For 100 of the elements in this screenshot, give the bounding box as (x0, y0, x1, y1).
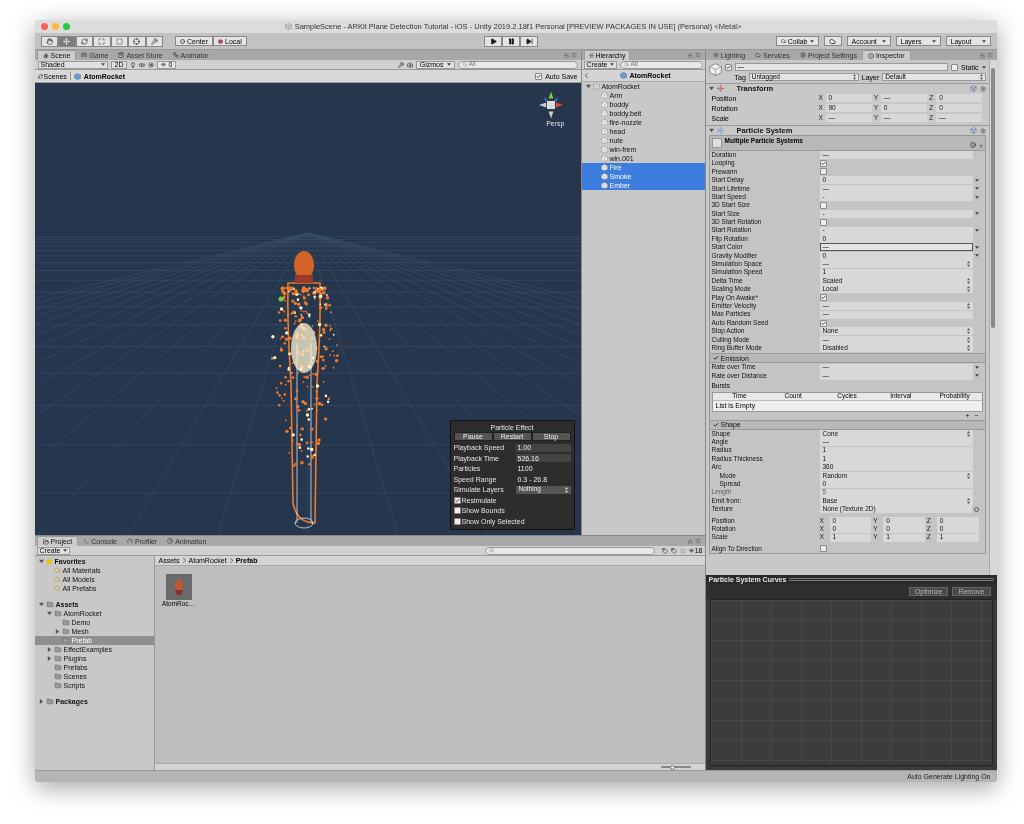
dropdown-caret-icon (981, 39, 986, 43)
close-button[interactable] (40, 23, 48, 30)
minus-icon[interactable] (973, 412, 979, 418)
checkbox[interactable] (453, 496, 461, 504)
star-icon[interactable] (679, 547, 686, 554)
checkbox[interactable] (819, 202, 827, 210)
check-icon (725, 64, 731, 70)
checkbox[interactable] (819, 218, 827, 226)
refresh-icon (37, 73, 43, 79)
cube-icon (620, 72, 628, 79)
collapsed-arrow-icon[interactable] (38, 699, 44, 704)
up-down-arrows-icon (966, 472, 970, 479)
cloud-button[interactable] (823, 36, 842, 46)
pause-icon (507, 37, 515, 45)
checkbox[interactable] (535, 72, 543, 80)
lock-icon[interactable] (563, 52, 569, 58)
effects-icon[interactable] (148, 61, 155, 68)
rotate-tool-button[interactable] (75, 35, 93, 47)
checkbox[interactable] (819, 160, 827, 168)
cube-icon (600, 164, 608, 171)
cube-icon (600, 173, 608, 180)
checkbox[interactable] (819, 294, 827, 302)
collapsed-arrow-icon[interactable] (46, 656, 52, 661)
cube-icon (600, 110, 608, 117)
settings-icon[interactable] (979, 85, 986, 92)
star-icon (45, 558, 53, 565)
custom-tool-button[interactable] (145, 35, 163, 47)
chevron-icon (182, 558, 186, 563)
scene-icon (42, 52, 49, 59)
checkbox[interactable] (819, 545, 827, 553)
game-icon (81, 52, 88, 58)
lock-icon[interactable] (979, 52, 985, 58)
checkbox[interactable] (819, 168, 827, 176)
crosshair-icon (180, 38, 185, 44)
store-icon (118, 52, 125, 58)
step-forward-icon (525, 37, 533, 45)
move-arrows-icon (63, 37, 71, 45)
info-icon[interactable] (969, 142, 976, 148)
wrench-icon[interactable] (397, 61, 404, 68)
profiler-icon (127, 538, 133, 544)
search-icon (623, 62, 629, 67)
up-down-arrows-icon (979, 74, 983, 80)
folder-icon (61, 619, 70, 626)
dropdown-caret-icon (809, 39, 814, 43)
hand-icon (45, 37, 53, 45)
check-icon (536, 73, 542, 79)
hand-tool-button[interactable] (40, 35, 58, 47)
orientation-gizmo-icon[interactable] (539, 91, 564, 119)
expanded-arrow-icon[interactable] (585, 84, 591, 89)
zoom-button[interactable] (62, 23, 70, 30)
lock-icon[interactable] (687, 52, 693, 58)
cube-icon (600, 155, 608, 162)
up-down-arrows-icon (966, 497, 970, 504)
search-field[interactable] (484, 546, 655, 555)
check-icon[interactable] (712, 421, 719, 428)
rect-tool-button[interactable] (110, 35, 128, 47)
expanded-arrow-icon[interactable] (708, 128, 714, 133)
tag-icon[interactable] (670, 547, 677, 554)
chevron-icon (229, 558, 233, 563)
speaker-icon[interactable] (139, 61, 146, 68)
folder-icon (45, 601, 54, 608)
scale-tool-button[interactable] (93, 35, 111, 47)
expanded-arrow-icon[interactable] (708, 86, 714, 91)
expanded-arrow-icon[interactable] (46, 611, 52, 616)
checkbox[interactable] (724, 63, 732, 71)
expanded-arrow-icon[interactable] (38, 559, 44, 564)
play-button[interactable] (484, 35, 503, 47)
cube-icon (600, 101, 608, 108)
lock-icon[interactable] (687, 538, 693, 544)
camera-icon[interactable] (406, 61, 413, 68)
collapsed-arrow-icon[interactable] (46, 647, 52, 652)
move-tool-button[interactable] (58, 35, 76, 47)
dropdown-caret-icon (881, 39, 886, 43)
dropdown-caret-icon (974, 229, 979, 233)
cube-icon (708, 63, 722, 76)
pause-button[interactable] (502, 35, 521, 47)
info-icon (867, 52, 874, 59)
checkbox[interactable] (453, 507, 461, 514)
collapsed-arrow-icon[interactable] (54, 629, 60, 634)
plus-icon[interactable] (964, 412, 970, 418)
lightbulb-icon[interactable] (130, 61, 137, 68)
up-down-arrows-icon (852, 74, 856, 80)
search-icon (461, 62, 467, 67)
check-icon[interactable] (712, 355, 719, 362)
expanded-arrow-icon[interactable] (38, 602, 44, 607)
checkbox[interactable] (951, 63, 958, 71)
rotate-icon (80, 37, 88, 45)
transform-tool-button[interactable] (128, 35, 146, 47)
animation-icon (167, 538, 174, 544)
rocket-prefab-thumbnail[interactable] (165, 574, 192, 600)
step-button[interactable] (520, 35, 539, 47)
up-down-arrows-icon (564, 486, 568, 493)
scale-icon (98, 37, 106, 45)
eye-icon (688, 548, 694, 553)
checkbox[interactable] (819, 319, 827, 327)
checkbox[interactable] (453, 517, 461, 525)
tag-icon[interactable] (661, 547, 668, 554)
settings-icon[interactable] (979, 127, 986, 134)
check-icon (454, 497, 460, 503)
rect-icon (115, 37, 123, 45)
